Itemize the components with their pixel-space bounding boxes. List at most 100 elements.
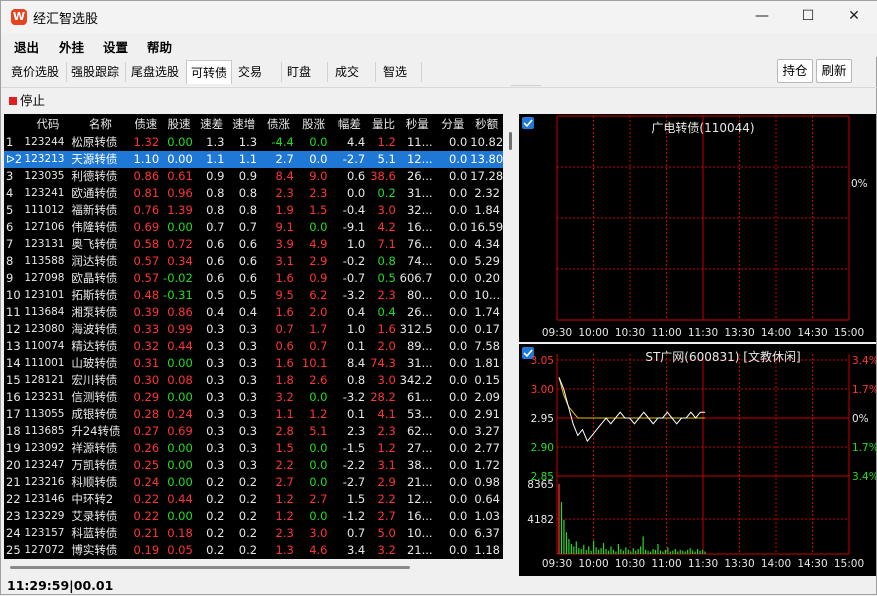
x-tick-label: 11:30 [688,558,718,570]
table-row[interactable]: 6 127106 伟隆转债 0.69 0.00 0.7 0.7 9.1 0.0 -9.1 4.2 16… [4,219,503,236]
tab-deals[interactable]: 成交 [331,60,363,84]
table-row[interactable]: 14 111001 山玻转债 0.31 0.00 0.3 0.3 1.6 10.1 8.4 74.3… [4,355,503,372]
table-cell: 13 [6,339,21,353]
table-row[interactable]: 10 123101 拓斯转债 0.48 -0.31 0.5 0.5 9.5 6.2 -3.2 2.3… [4,287,503,304]
column-header[interactable]: 名称 [71,114,129,134]
column-header[interactable]: 分量 [436,114,471,134]
table-cell: 16.59 [470,220,503,234]
table-row[interactable]: 1 123244 松原转债 1.32 0.00 1.3 1.3 -4.4 0.0 4.4 1.2 11… [4,134,503,151]
table-cell: 福新转债 [71,203,118,217]
price-line [558,377,705,443]
table-cell: 2.7 [377,509,396,523]
column-header[interactable] [4,114,24,134]
table-row[interactable]: 4 123241 欧通转债 0.81 0.96 0.8 0.8 2.3 2.3 0.0 0.2 31.… [4,185,503,202]
table-cell: 0.2 [206,475,225,489]
scroll-thumb[interactable] [509,132,512,150]
table-row[interactable]: 15 128121 宏川转债 0.30 0.08 0.3 0.3 1.8 2.6 0.8 3.0 34… [4,372,503,389]
table-row[interactable]: 5 111012 福新转债 0.76 1.39 0.8 0.8 1.9 1.5 -0.4 3.0 32… [4,202,503,219]
tab-strong-track[interactable]: 强股跟踪 [67,60,123,84]
table-cell: 23 [6,509,21,523]
tab-watch[interactable]: 盯盘 [283,60,315,84]
menu-bar: 退出 外挂 设置 帮助 [1,33,877,57]
refresh-button[interactable]: 刷新 [816,59,852,83]
table-cell: 0.7 [206,220,225,234]
table-row[interactable]: 24 123157 科蓝转债 0.21 0.18 0.2 0.2 2.3 3.0 0.7 5.0 10… [4,525,503,542]
table-cell: 0.3 [238,373,258,387]
table-row[interactable]: 17 113055 成银转债 0.28 0.24 0.3 0.3 1.1 1.2 0.1 4.1 53… [4,406,503,423]
table-row[interactable]: 25 127072 博实转债 0.19 0.05 0.2 0.2 1.3 4.6 3.4 3.2 21… [4,542,503,559]
column-header[interactable]: 速增 [227,114,260,134]
column-header[interactable]: 速差 [196,114,228,134]
column-header[interactable]: 量比 [368,114,399,134]
table-row[interactable]: 8 113588 润达转债 0.57 0.34 0.6 0.6 3.1 2.9 -0.2 0.8 74… [4,253,503,270]
column-header[interactable]: 股速 [162,114,196,134]
table-row[interactable]: 16 123231 信测转债 0.29 0.00 0.3 0.3 3.2 0.0 -3.2 28.2… [4,389,503,406]
scroll-thumb[interactable] [10,566,410,569]
horizontal-scrollbar[interactable] [4,561,517,573]
x-tick-label: 13:30 [724,327,754,339]
table-cell: 1.2 [377,135,396,149]
table-cell: 0.0 [448,305,468,319]
title-bar[interactable]: W 经汇智选股 — ☐ ✕ [1,1,877,33]
column-header[interactable]: 秒额 [470,114,503,134]
column-header[interactable]: 债速 [130,114,163,134]
table-cell: 76... [406,237,433,251]
tab-auction-pick[interactable]: 竟价选股 [7,60,63,84]
table-cell: 110074 [24,340,65,352]
menu-exit[interactable]: 退出 [14,37,39,56]
table-cell: 15 [6,373,21,387]
bond-intraday-chart[interactable]: 广电转债(110044) 0% 09:30 10:00 10:30 11:00 11:30 1… [519,114,876,342]
table-cell: 0.4 [206,305,225,319]
table-cell: 0.17 [474,322,500,336]
column-header[interactable]: 秒量 [399,114,436,134]
table-cell: 74.3 [370,356,396,370]
table-row[interactable]: 23 123229 艾录转债 0.22 0.00 0.2 0.2 1.2 0.0 -1.2 2.7 1… [4,508,503,525]
table-row[interactable]: 7 123131 奥飞转债 0.58 0.72 0.6 0.6 3.9 4.9 1.0 7.1 76.… [4,236,503,253]
tab-convertible-bond[interactable]: 可转债 [186,60,232,84]
table-row[interactable]: 13 110074 精达转债 0.32 0.44 0.3 0.3 0.6 0.7 0.1 2.0 89… [4,338,503,355]
table-cell: 0.0 [448,135,468,149]
table-cell: 0.00 [162,151,196,168]
menu-settings[interactable]: 设置 [103,37,128,56]
table-row[interactable]: 22 123146 中环转2 0.22 0.44 0.2 0.2 1.2 2.7 1.5 2.2 12… [4,491,503,508]
vertical-scrollbar[interactable] [504,114,517,559]
table-row[interactable]: 19 123092 祥源转债 0.26 0.00 0.3 0.3 1.5 0.0 -1.5 1.2 2… [4,440,503,457]
table-cell: 6 [6,220,14,234]
tab-trade[interactable]: 交易 [234,60,266,84]
table-row[interactable]: 11 113684 湘泵转债 0.39 0.86 0.4 0.4 1.6 2.0 0.4 0.4 26… [4,304,503,321]
column-header[interactable]: 代码 [24,114,71,134]
table-cell: 0.05 [167,543,193,557]
close-button[interactable]: ✕ [831,1,877,33]
table-cell: 13.80 [470,151,503,168]
table-row[interactable]: 12 123080 海波转债 0.33 0.99 0.3 0.3 0.7 1.7 1.0 1.6 31… [4,321,503,338]
table-row[interactable]: 21 123216 科顺转债 0.24 0.00 0.2 0.2 2.7 0.0 -2.7 2.9 2… [4,474,503,491]
pct-tick-label: 3.4% [852,471,876,483]
maximize-button[interactable]: ☐ [785,1,831,33]
tab-tail-pick[interactable]: 尾盘选股 [127,60,183,84]
table-cell: 0.00 [167,356,193,370]
table-row[interactable]: 18 113685 升24转债 0.27 0.69 0.3 0.3 2.8 5.1 2.3 2.3 6… [4,423,503,440]
table-row[interactable]: 9 127098 欧晶转债 0.57 -0.02 0.6 0.6 1.6 0.9 -0.7 0.5 6… [4,270,503,287]
column-header[interactable]: 幅差 [330,114,368,134]
table-cell: 0.3 [206,424,225,438]
table-cell: 0.3 [238,407,258,421]
stock-intraday-chart[interactable]: 3.053.4%3.001.7%2.950%2.901.7%2.853.4%ST… [519,344,877,576]
hold-button[interactable]: 持仓 [777,59,813,83]
column-header[interactable]: 债涨 [260,114,297,134]
table-cell: 0.76 [133,203,160,217]
tab-smart-pick[interactable]: 智选 [379,60,411,84]
table-row[interactable]: 3 123035 利德转债 0.86 0.61 0.9 0.9 8.4 9.0 0.6 38.6 26… [4,168,503,185]
table-cell: 0.0 [448,322,468,336]
table-cell: 1.7 [309,322,328,336]
table-cell: 0.7 [346,526,366,540]
table-cell: 0.3 [238,458,258,472]
menu-help[interactable]: 帮助 [147,37,172,56]
column-header[interactable]: 股涨 [297,114,331,134]
table-row[interactable]: ᐅ2 123213 天源转债 1.10 0.00 1.1 1.1 2.7 0.0 -2.7 5.1 1… [4,151,503,168]
menu-plugin[interactable]: 外挂 [59,37,84,56]
table-row[interactable]: 20 123247 万凯转债 0.25 0.00 0.3 0.3 2.2 0.0 -2.2 3.1 3… [4,457,503,474]
stop-button[interactable]: 停止 [7,91,47,111]
table-cell: 0.8 [238,186,258,200]
table-cell: 0.3 [238,356,258,370]
minimize-button[interactable]: — [739,1,785,33]
